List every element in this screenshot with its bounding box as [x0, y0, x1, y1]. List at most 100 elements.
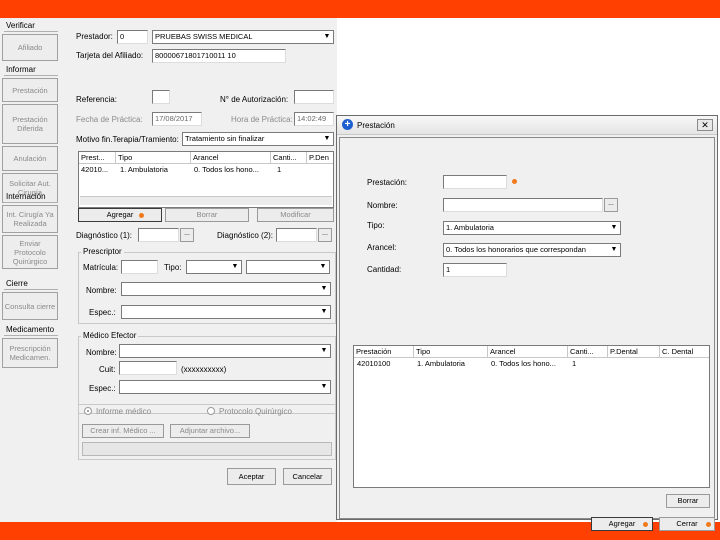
motivo-value: Tratamiento sin finalizar	[185, 134, 265, 143]
prescriptor-espec-label: Espec.:	[89, 308, 116, 317]
prestacion-button[interactable]: Prestación	[2, 78, 58, 102]
screen-canvas: Verificar Afiliado Informar Prestación P…	[0, 18, 720, 531]
chevron-down-icon[interactable]: ▼	[608, 222, 620, 234]
grid-header[interactable]: C. Dental	[660, 346, 709, 358]
dialog-titlebar[interactable]: + Prestación ✕	[337, 116, 717, 135]
prestacion-diferida-button[interactable]: Prestación Diferida	[2, 104, 58, 144]
grid-cell: 1	[572, 359, 577, 368]
dlg-nombre-browse-button[interactable]: ...	[604, 198, 618, 212]
divider	[4, 335, 58, 336]
grid-cell: 1. Ambulatoria	[417, 359, 465, 368]
diagnostico1-browse-button[interactable]: ...	[180, 228, 194, 242]
prestaciones-grid[interactable]: Prest... Tipo Arancel Canti... P.Den 420…	[78, 151, 334, 208]
diagnostico2-input[interactable]	[276, 228, 317, 242]
chevron-down-icon[interactable]: ▼	[608, 244, 620, 256]
prescriptor-title: Prescriptor	[81, 247, 124, 256]
tarjeta-label: Tarjeta del Afiliado:	[76, 51, 144, 60]
diagnostico1-label: Diagnóstico (1):	[76, 231, 133, 240]
prescriptor-nombre-label: Nombre:	[86, 286, 117, 295]
horizontal-scrollbar[interactable]	[80, 196, 332, 205]
int-cirugia-button[interactable]: Int. Cirugía Ya Realizada	[2, 205, 58, 233]
agregar-button[interactable]: Agregar	[78, 208, 162, 222]
chevron-down-icon[interactable]: ▼	[318, 283, 330, 295]
dlg-tipo-select[interactable]: 1. Ambulatoria ▼	[443, 221, 621, 235]
grid-header[interactable]: Tipo	[116, 152, 191, 164]
diagnostico1-input[interactable]	[138, 228, 179, 242]
prestador-select[interactable]: PRUEBAS SWISS MEDICAL ▼	[152, 30, 334, 44]
prescripcion-medicamento-button[interactable]: Prescripción Medicamen.	[2, 338, 58, 368]
chevron-down-icon[interactable]: ▼	[318, 345, 330, 357]
chevron-down-icon[interactable]: ▼	[318, 306, 330, 318]
sidebar-group-internacion: Internación	[6, 192, 46, 201]
hora-input[interactable]: 14:02:49	[294, 112, 334, 126]
chevron-down-icon[interactable]: ▼	[321, 133, 333, 145]
dlg-tipo-label: Tipo:	[367, 221, 385, 230]
referencia-input[interactable]	[152, 90, 170, 104]
diagnostico2-label: Diagnóstico (2):	[217, 231, 274, 240]
prescriptor-espec-select[interactable]: ▼	[121, 305, 331, 319]
fecha-input[interactable]: 17/08/2017	[152, 112, 202, 126]
afiliado-button[interactable]: Afiliado	[2, 34, 58, 61]
dlg-prestacion-label: Prestación:	[367, 178, 408, 187]
orange-dot-icon	[512, 179, 517, 184]
dialog-body: Prestación: Nombre: ... Tipo: 1. Ambulat…	[339, 137, 715, 519]
radio-dot-icon	[87, 410, 89, 412]
grid-header[interactable]: Prestación	[354, 346, 414, 358]
grid-header[interactable]: Tipo	[414, 346, 488, 358]
archivo-field[interactable]	[82, 442, 332, 456]
table-row[interactable]: 42010... 1. Ambulatoria 0. Todos los hon…	[79, 165, 333, 176]
motivo-label: Motivo fin.Terapia/Tramiento:	[76, 135, 179, 144]
sidebar-group-medicamento: Medicamento	[6, 325, 55, 334]
dlg-prestacion-input[interactable]	[443, 175, 507, 189]
protocolo-radio[interactable]	[207, 407, 215, 415]
dlg-prestaciones-grid[interactable]: Prestación Tipo Arancel Canti... P.Denta…	[353, 345, 710, 488]
chevron-down-icon[interactable]: ▼	[317, 261, 329, 273]
prescriptor-nombre-select[interactable]: ▼	[121, 282, 331, 296]
divider	[4, 289, 58, 290]
diagnostico2-browse-button[interactable]: ...	[318, 228, 332, 242]
chevron-down-icon[interactable]: ▼	[318, 381, 330, 393]
grid-header[interactable]: Canti...	[271, 152, 307, 164]
chevron-down-icon[interactable]: ▼	[229, 261, 241, 273]
grid-header[interactable]: Canti...	[568, 346, 608, 358]
prescriptor-tipo-select[interactable]: ▼	[186, 260, 242, 274]
grid-header[interactable]: Arancel	[488, 346, 568, 358]
motivo-select[interactable]: Tratamiento sin finalizar ▼	[182, 132, 334, 146]
borrar-button[interactable]: Borrar	[165, 208, 249, 222]
grid-cell: 42010...	[81, 165, 109, 174]
consulta-cierre-button[interactable]: Consulta cierre	[2, 292, 58, 320]
dlg-cantidad-input[interactable]: 1	[443, 263, 507, 277]
close-icon[interactable]: ✕	[697, 119, 713, 131]
cancelar-button[interactable]: Cancelar	[283, 468, 332, 485]
modificar-button[interactable]: Modificar	[257, 208, 334, 222]
efector-espec-select[interactable]: ▼	[119, 380, 331, 394]
efector-nombre-select[interactable]: ▼	[119, 344, 331, 358]
autorizacion-input[interactable]	[294, 90, 334, 104]
sidebar-group-informar: Informar	[6, 65, 36, 74]
dlg-cantidad-label: Cantidad:	[367, 265, 402, 274]
dlg-nombre-input[interactable]	[443, 198, 603, 212]
grid-header[interactable]: P.Den	[307, 152, 333, 164]
aceptar-button[interactable]: Aceptar	[227, 468, 276, 485]
prestador-name: PRUEBAS SWISS MEDICAL	[155, 32, 253, 41]
prescriptor-subtipo-select[interactable]: ▼	[246, 260, 330, 274]
dlg-nombre-label: Nombre:	[367, 201, 398, 210]
crear-informe-button[interactable]: Crear inf. Médico ...	[82, 424, 164, 438]
dlg-arancel-select[interactable]: 0. Todos los honorarios que correspondan…	[443, 243, 621, 257]
anulacion-button[interactable]: Anulación	[2, 146, 58, 171]
prestador-code-input[interactable]: 0	[117, 30, 148, 44]
dlg-borrar-button[interactable]: Borrar	[666, 494, 710, 508]
grid-header[interactable]: Prest...	[79, 152, 116, 164]
enviar-protocolo-button[interactable]: Enviar Protocolo Quirúrgico	[2, 235, 58, 269]
grid-cell: 1	[277, 165, 282, 174]
matricula-input[interactable]	[121, 260, 158, 274]
adjuntar-archivo-button[interactable]: Adjuntar archivo...	[170, 424, 250, 438]
grid-header[interactable]: Arancel	[191, 152, 271, 164]
grid-header[interactable]: P.Dental	[608, 346, 660, 358]
table-row[interactable]: 42010100 1. Ambulatoria 0. Todos los hon…	[354, 359, 709, 370]
informe-radio[interactable]	[84, 407, 92, 415]
dlg-tipo-value: 1. Ambulatoria	[446, 223, 494, 232]
tarjeta-input[interactable]: 80000671801710011 10	[152, 49, 286, 63]
cuit-input[interactable]	[119, 361, 177, 375]
chevron-down-icon[interactable]: ▼	[321, 31, 333, 43]
